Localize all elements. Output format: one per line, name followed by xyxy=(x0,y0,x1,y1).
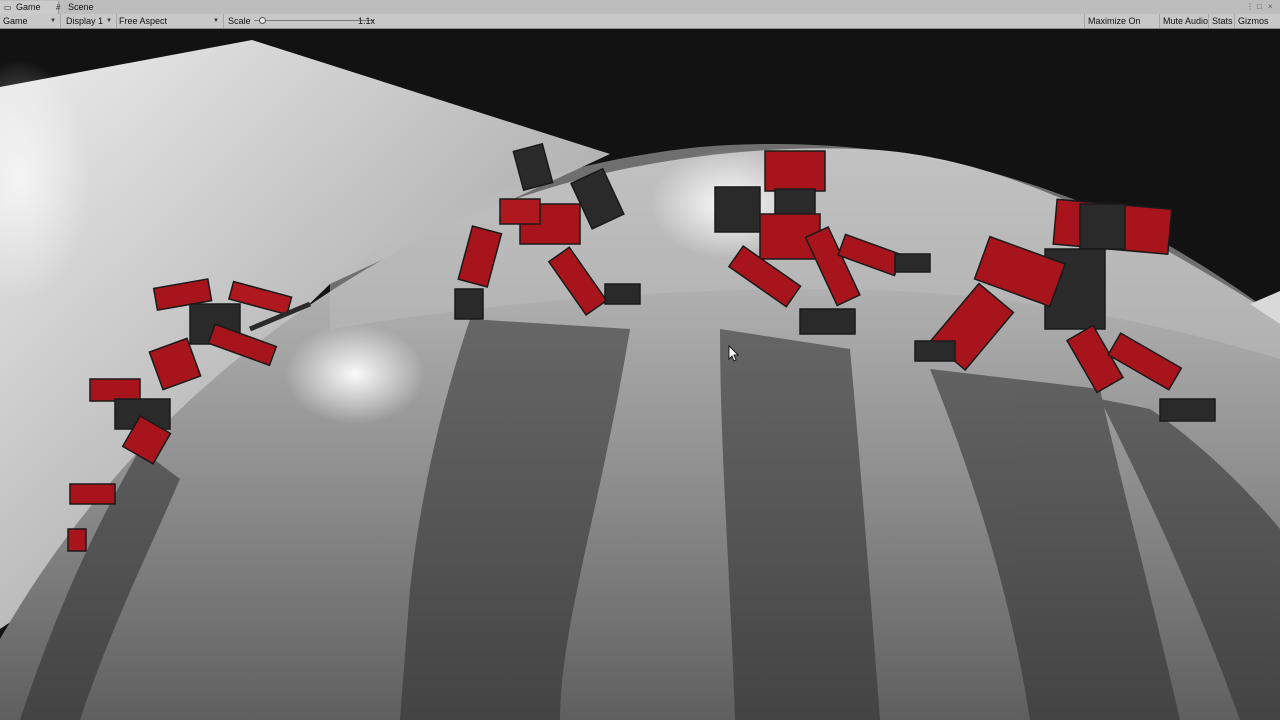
game-viewport[interactable] xyxy=(0,29,1280,720)
scale-slider-track[interactable] xyxy=(254,20,374,21)
aspect-dropdown-label: Free Aspect xyxy=(119,16,168,26)
tab-game-label: Game xyxy=(16,2,41,12)
maximize-on-play-button[interactable]: Maximize On Play xyxy=(1084,14,1162,40)
rendered-scene xyxy=(0,29,1280,720)
tab-game[interactable]: ▭ Game xyxy=(0,1,59,14)
tab-scene-label: Scene xyxy=(68,2,94,12)
scale-slider-handle[interactable] xyxy=(259,17,266,24)
mute-audio-label: Mute Audio xyxy=(1163,16,1209,26)
gizmos-label: Gizmos xyxy=(1238,16,1269,26)
close-window-icon[interactable]: × xyxy=(1268,1,1273,13)
display-dropdown-label: Display 1 xyxy=(66,16,104,26)
scale-label: Scale xyxy=(228,16,251,26)
more-options-icon[interactable]: ⋮ xyxy=(1246,1,1254,13)
game-view-dropdown[interactable]: Game ▼ xyxy=(0,14,61,28)
scale-control: Scale 1.1x xyxy=(224,14,376,28)
mute-audio-button[interactable]: Mute Audio xyxy=(1159,14,1212,28)
aspect-dropdown[interactable]: Free Aspect ▼ xyxy=(116,14,224,28)
display-dropdown[interactable]: Display 1 ▼ xyxy=(63,14,117,28)
chevron-down-icon: ▼ xyxy=(213,18,219,24)
gamepad-icon: ▭ xyxy=(4,2,12,12)
chevron-down-icon: ▼ xyxy=(106,18,112,24)
scale-value: 1.1x xyxy=(358,16,376,26)
gizmos-button[interactable]: Gizmos xyxy=(1234,14,1280,28)
spot-light-left xyxy=(285,324,425,424)
grid-icon: # xyxy=(56,2,61,12)
maximize-window-icon[interactable]: □ xyxy=(1257,1,1262,13)
chevron-down-icon: ▼ xyxy=(50,18,56,24)
game-view-dropdown-label: Game xyxy=(3,16,28,26)
stats-label: Stats xyxy=(1212,16,1233,26)
tab-scene[interactable]: # Scene xyxy=(52,1,108,14)
editor-tab-bar: ▭ Game # Scene ⋮ □ × xyxy=(0,0,1280,15)
game-view-toolbar: Game ▼ Display 1 ▼ Free Aspect ▼ Scale 1… xyxy=(0,14,1280,40)
